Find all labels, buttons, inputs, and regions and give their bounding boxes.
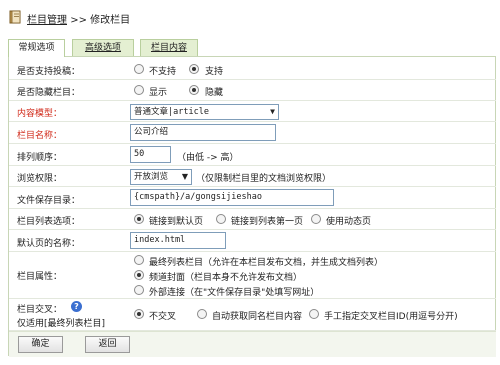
browse-permission-select[interactable]: 开放浏览 ▼	[130, 169, 192, 185]
hidden-show-radio[interactable]	[134, 85, 144, 95]
cross-auto-label: 自动获取同名栏目内容	[212, 312, 303, 322]
chevron-down-icon: ▼	[181, 172, 188, 181]
row-content-model: 内容模型： 普通文章|article ▼	[9, 101, 496, 122]
list-first-page-radio[interactable]	[216, 214, 226, 224]
row-column-name: 栏目名称： 公司介绍	[9, 122, 496, 144]
hidden-show-label: 显示	[149, 88, 168, 98]
attribute-channel-label: 频道封面（栏目本身不允许发布文档）	[149, 273, 303, 283]
attribute-external-label: 外部连接（在"文件保存目录"处填写网址）	[149, 288, 320, 298]
list-dynamic-radio[interactable]	[311, 214, 321, 224]
column-name-label: 栏目名称：	[17, 131, 63, 141]
help-icon[interactable]: ?	[71, 301, 82, 312]
tab-advanced[interactable]: 高级选项	[72, 39, 134, 56]
row-sort-order: 排列顺序： 50 （由低 -> 高）	[9, 144, 496, 166]
browse-permission-note: （仅限制栏目里的文档浏览权限）	[196, 174, 332, 184]
tab-advanced-label: 高级选项	[84, 43, 121, 53]
attribute-final-list-radio[interactable]	[134, 255, 144, 265]
breadcrumb-current: 修改栏目	[90, 15, 131, 26]
header-bar: 栏目管理 >> 修改栏目	[0, 0, 500, 36]
list-first-page-label: 链接到列表第一页	[231, 217, 304, 227]
button-bar	[9, 331, 496, 357]
cross-label: 栏目交叉：	[17, 305, 63, 315]
tab-general-label: 常规选项	[18, 43, 55, 53]
browse-permission-label: 浏览权限：	[17, 174, 63, 184]
cross-manual-radio[interactable]	[309, 309, 319, 319]
default-page-input[interactable]: index.html	[130, 232, 226, 249]
row-submit: 是否支持投稿： 不支持 支持	[9, 59, 496, 80]
back-button[interactable]: 返回	[85, 336, 130, 353]
confirm-button[interactable]: 确定	[18, 336, 63, 353]
sort-order-label: 排列顺序：	[17, 153, 63, 163]
save-dir-label: 文件保存目录：	[17, 196, 81, 206]
attribute-channel-radio[interactable]	[134, 270, 144, 280]
tab-content[interactable]: 栏目内容	[140, 39, 198, 56]
hidden-hide-radio[interactable]	[189, 85, 199, 95]
attribute-external-radio[interactable]	[134, 285, 144, 295]
row-hidden: 是否隐藏栏目： 显示 隐藏	[9, 80, 496, 101]
book-icon	[9, 10, 21, 24]
list-default-radio[interactable]	[134, 214, 144, 224]
submit-no-label: 不支持	[149, 67, 177, 77]
attribute-final-list-label: 最终列表栏目（允许在本栏目发布文档，并生成文档列表）	[149, 258, 384, 268]
browse-permission-value: 开放浏览	[134, 172, 169, 182]
content-model-select[interactable]: 普通文章|article ▼	[130, 104, 279, 120]
submit-yes-label: 支持	[205, 67, 224, 77]
row-cross: 栏目交叉： ? 仅适用[最终列表栏目] 不交叉 自动获取同名栏目内容 手工指定交…	[9, 299, 496, 331]
row-save-dir: 文件保存目录： {cmspath}/a/gongsijieshao	[9, 187, 496, 209]
cross-auto-radio[interactable]	[197, 309, 207, 319]
submit-label: 是否支持投稿：	[17, 67, 81, 77]
sort-order-input[interactable]: 50	[130, 146, 171, 163]
list-default-label: 链接到默认页	[149, 217, 204, 227]
row-default-page: 默认页的名称： index.html	[9, 230, 496, 252]
cross-manual-label: 手工指定交叉栏目ID(用逗号分开)	[324, 312, 458, 322]
breadcrumb: 栏目管理 >> 修改栏目	[27, 11, 130, 26]
list-dynamic-label: 使用动态页	[326, 217, 372, 227]
content-model-value: 普通文章|article	[134, 107, 209, 117]
submit-yes-radio[interactable]	[189, 64, 199, 74]
default-page-label: 默认页的名称：	[17, 239, 81, 249]
cross-none-radio[interactable]	[134, 309, 144, 319]
content-model-label: 内容模型：	[17, 109, 63, 119]
row-attribute: 栏目属性： 最终列表栏目（允许在本栏目发布文档，并生成文档列表） 频道封面（栏目…	[9, 252, 496, 299]
column-name-input[interactable]: 公司介绍	[130, 124, 276, 141]
hidden-hide-label: 隐藏	[205, 88, 224, 98]
tab-general[interactable]: 常规选项	[8, 39, 65, 57]
row-list-option: 栏目列表选项： 链接到默认页 链接到列表第一页 使用动态页	[9, 209, 496, 230]
hidden-label: 是否隐藏栏目：	[17, 88, 81, 98]
attribute-label: 栏目属性：	[17, 272, 63, 282]
cross-sublabel: 仅适用[最终列表栏目]	[17, 319, 106, 329]
save-dir-input[interactable]: {cmspath}/a/gongsijieshao	[130, 189, 334, 206]
row-browse-permission: 浏览权限： 开放浏览 ▼ （仅限制栏目里的文档浏览权限）	[9, 166, 496, 187]
cross-none-label: 不交叉	[149, 312, 177, 322]
breadcrumb-separator: >>	[70, 15, 87, 26]
breadcrumb-section-link[interactable]: 栏目管理	[27, 15, 67, 26]
tab-content-label: 栏目内容	[150, 43, 187, 53]
submit-no-radio[interactable]	[134, 64, 144, 74]
list-option-label: 栏目列表选项：	[17, 217, 81, 227]
sort-order-note: （由低 -> 高）	[177, 153, 239, 163]
chevron-down-icon: ▼	[270, 107, 275, 116]
